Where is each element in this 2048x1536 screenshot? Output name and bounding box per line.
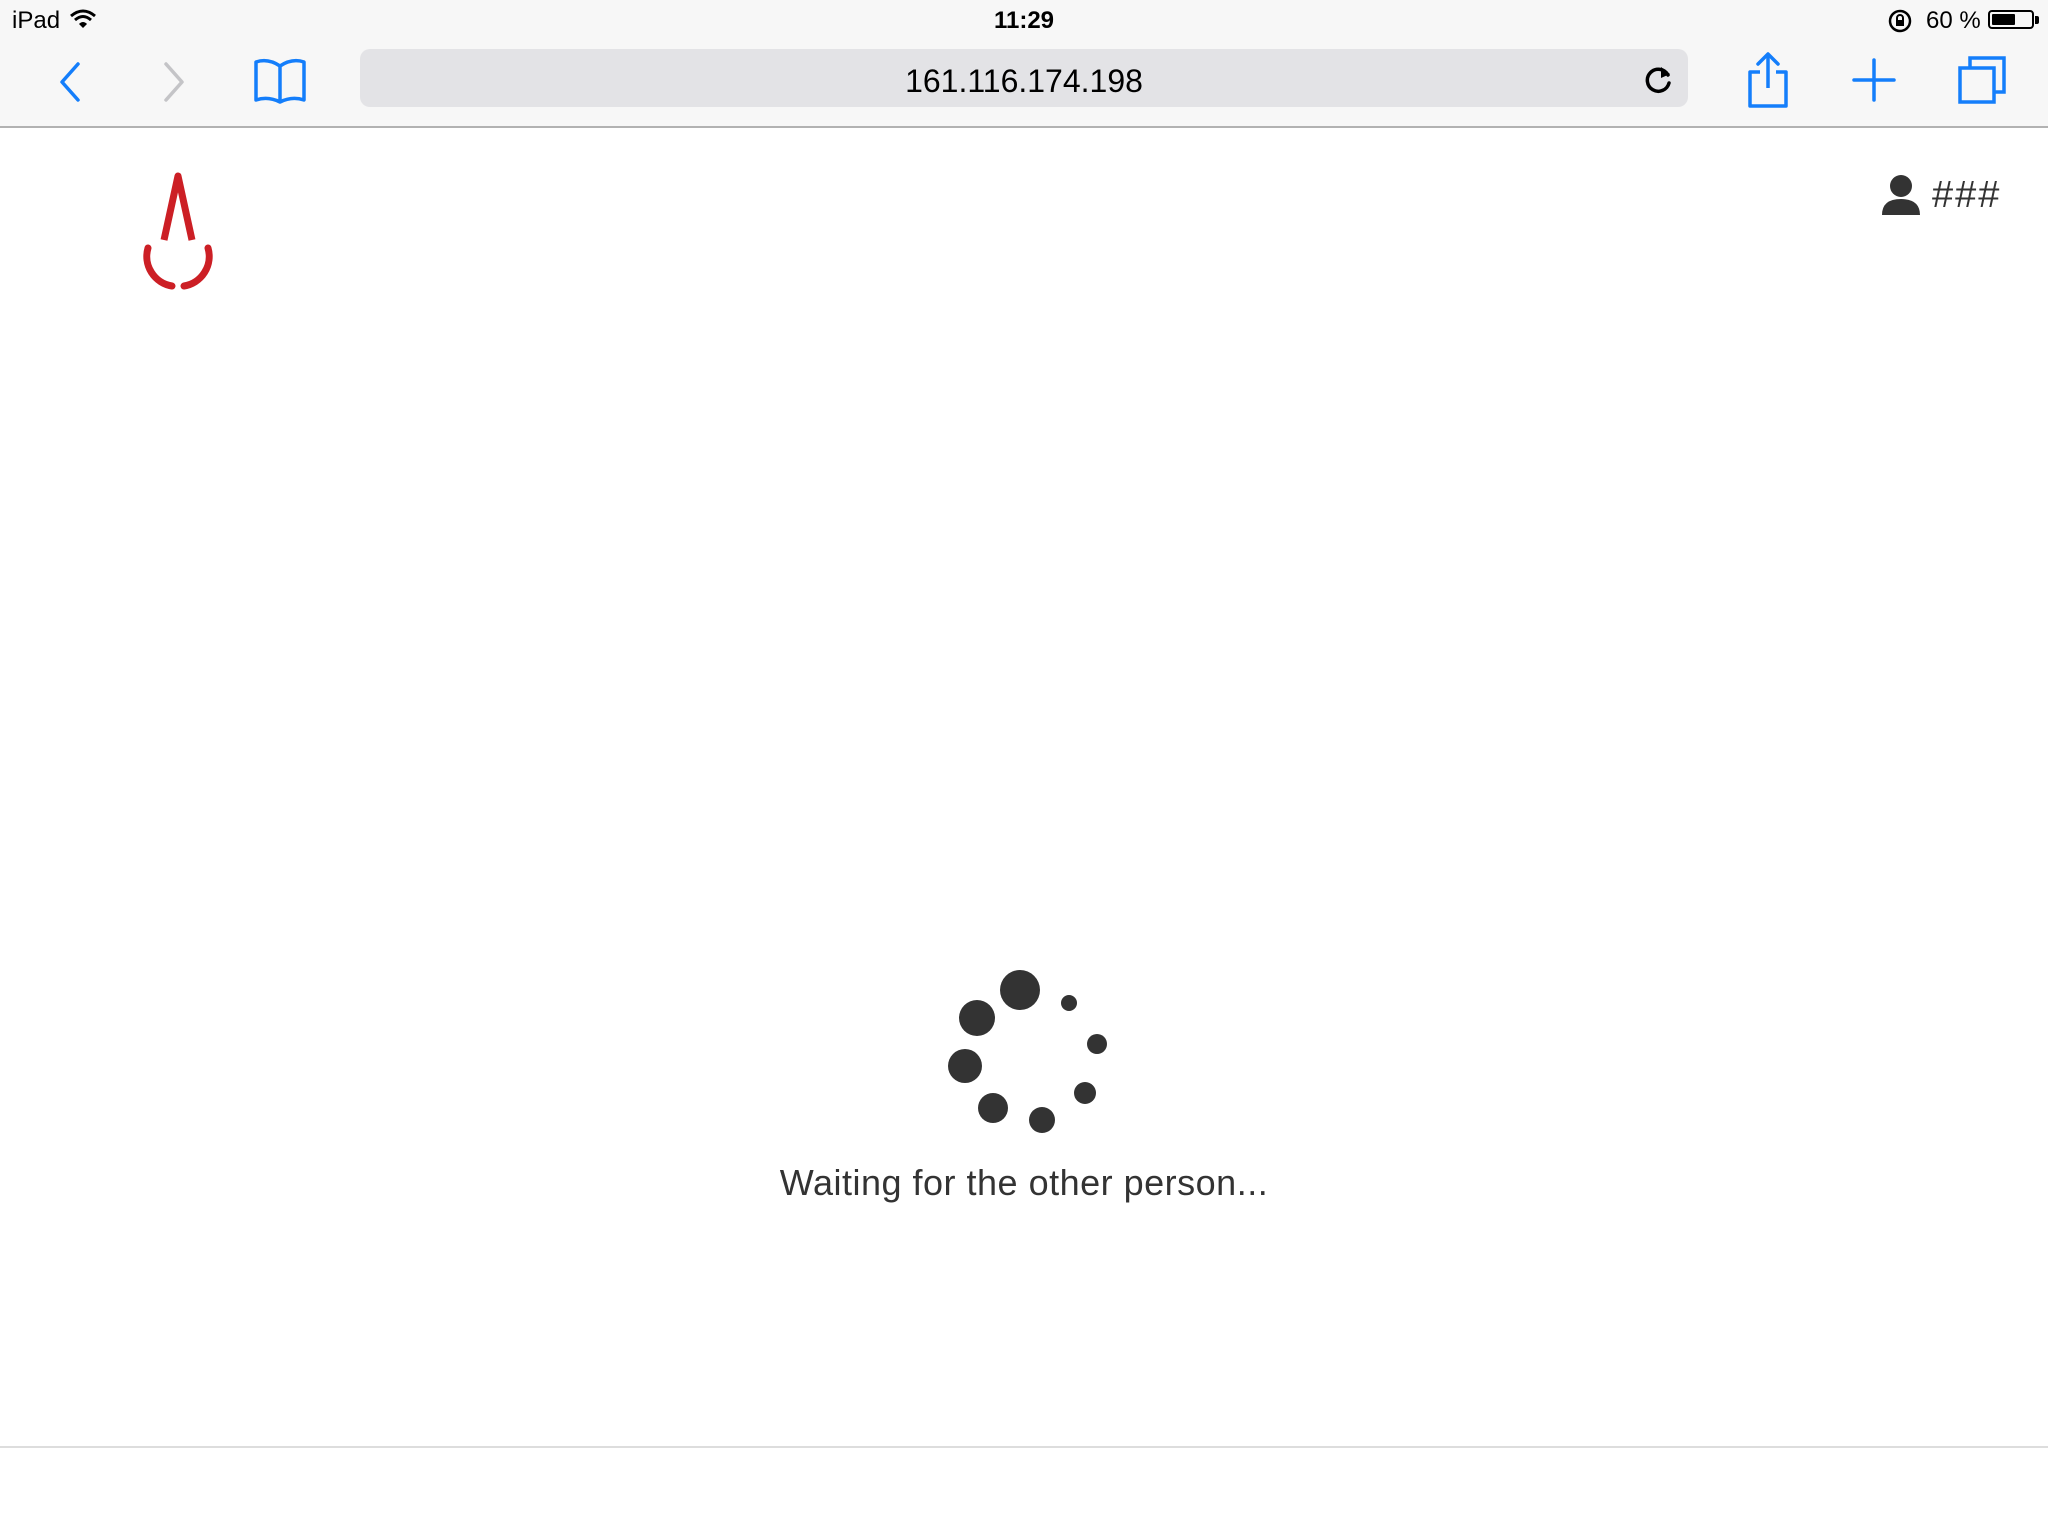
address-bar[interactable]: 161.116.174.198 [360,49,1688,107]
battery-percent: 60 % [1926,7,1981,34]
back-button[interactable] [54,60,86,104]
screen: iPad 11:29 60 % 161.116.174.198 ### Wait… [0,0,2048,1536]
battery-tip [2035,16,2039,24]
clock: 11:29 [993,7,1055,34]
status-bar: iPad 11:29 60 % [0,0,2048,40]
loading-spinner-icon [948,970,1107,1133]
bookmarks-icon[interactable] [252,56,308,106]
orientation-lock-icon [1888,9,1912,33]
share-icon[interactable] [1746,50,1790,110]
footer-divider [0,1446,2048,1448]
web-page: ### Waiting for the other person... [0,128,2048,1448]
reload-icon[interactable] [1644,63,1674,95]
blood-drop-icon [143,172,213,290]
battery-icon [1988,10,2034,29]
user-name: ### [1932,174,2002,216]
user-icon [1882,175,1920,215]
new-tab-icon[interactable] [1850,56,1898,104]
battery-level-fill [1992,14,2015,25]
forward-button[interactable] [158,60,190,104]
browser-toolbar: 161.116.174.198 [0,40,2048,128]
url-text[interactable]: 161.116.174.198 [360,63,1688,100]
tabs-icon[interactable] [1956,54,2008,106]
waiting-message: Waiting for the other person... [779,1162,1269,1203]
